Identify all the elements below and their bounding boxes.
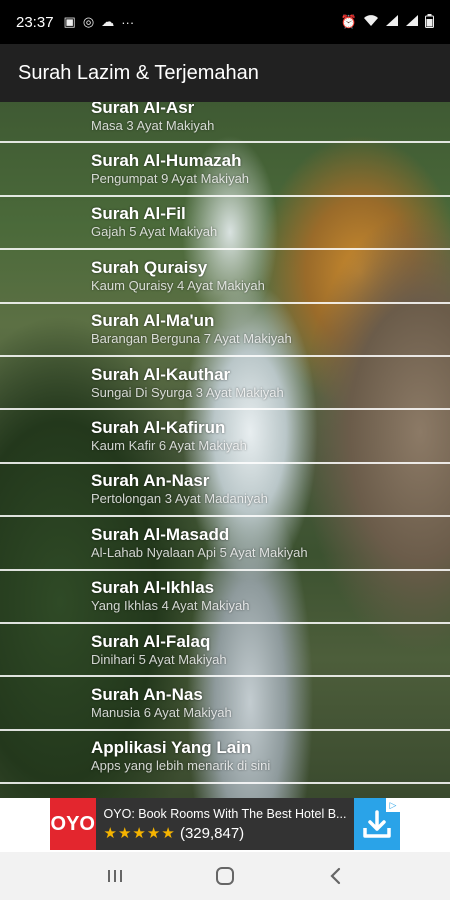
more-icon: ··· <box>121 14 135 30</box>
app-bar: Surah Lazim & Terjemahan <box>0 44 450 102</box>
surah-list-item[interactable]: Surah Al-Falaq Dinihari 5 Ayat Makiyah <box>0 624 450 678</box>
app-title: Surah Lazim & Terjemahan <box>18 61 259 84</box>
surah-description: Masa 3 Ayat Makiyah <box>91 117 215 133</box>
surah-description: Manusia 6 Ayat Makiyah <box>91 704 232 720</box>
surah-name: Surah Al-Ma'un <box>91 311 215 331</box>
surah-name: Surah Al-Humazah <box>91 151 242 171</box>
ad-rating: ★★★★★ (329,847) <box>104 824 347 842</box>
surah-description: Yang Ikhlas 4 Ayat Makiyah <box>91 598 250 614</box>
surah-name: Surah Al-Fil <box>91 204 186 224</box>
surah-description: Sungai Di Syurga 3 Ayat Makiyah <box>91 384 284 400</box>
surah-list-item[interactable]: Surah An-Nas Manusia 6 Ayat Makiyah <box>0 677 450 731</box>
rating-count: (329,847) <box>179 824 245 842</box>
surah-list-item[interactable]: Applikasi Yang Lain Apps yang lebih menar… <box>0 731 450 785</box>
wifi-icon <box>363 14 379 31</box>
surah-list: Surah Al-Asr Masa 3 Ayat Makiyah Surah Al-… <box>0 102 450 785</box>
back-icon[interactable] <box>315 856 355 896</box>
image-icon: ▣ <box>63 14 76 29</box>
surah-list-item[interactable]: Surah Al-Fil Gajah 5 Ayat Makiyah <box>0 197 450 251</box>
surah-name: Surah Al-Ikhlas <box>91 578 215 598</box>
surah-name: Surah Al-Falaq <box>91 631 211 651</box>
surah-list-item[interactable]: Surah Al-Ma'un Barangan Berguna 7 Ayat Ma… <box>0 304 450 357</box>
surah-name: Surah An-Nas <box>91 684 203 704</box>
rating-stars: ★★★★★ <box>103 824 176 842</box>
surah-name: Surah An-Nasr <box>91 471 210 491</box>
ad-banner[interactable]: OYO OYO: Book Rooms With The Best Hotel … <box>0 798 450 852</box>
ad-choices-icon[interactable]: ▷ <box>385 798 400 812</box>
signal-icon <box>385 14 399 31</box>
surah-name: Surah Al-Kafirun <box>91 418 226 438</box>
surah-description: Dinihari 5 Ayat Makiyah <box>91 651 227 667</box>
status-right-icons: ⏰ <box>340 13 434 31</box>
surah-list-item[interactable]: Surah Al-Masadd Al-Lahab Nyalaan Api 5 Ay… <box>0 517 450 571</box>
status-bar: 23:37 ▣ ◎ ☁ ··· ⏰ <box>0 0 450 44</box>
surah-list-item[interactable]: Surah Al-Ikhlas Yang Ikhlas 4 Ayat Makiya… <box>0 571 450 624</box>
recent-apps-icon[interactable] <box>95 856 135 896</box>
surah-description: Pengumpat 9 Ayat Makiyah <box>91 171 250 187</box>
instagram-icon: ◎ <box>82 14 95 29</box>
surah-description: Pertolongan 3 Ayat Madaniyah <box>91 491 268 507</box>
surah-description: Al-Lahab Nyalaan Api 5 Ayat Makiyah <box>91 544 308 560</box>
surah-name: Applikasi Yang Lain <box>91 738 252 758</box>
surah-name: Surah Al-Masadd <box>91 524 230 544</box>
cloud-icon: ☁ <box>101 14 115 29</box>
download-icon <box>363 810 391 838</box>
surah-list-container[interactable]: Surah Al-Asr Masa 3 Ayat Makiyah Surah Al-… <box>0 102 450 798</box>
surah-description: Kaum Kafir 6 Ayat Makiyah <box>91 438 247 454</box>
ad-text[interactable]: OYO: Book Rooms With The Best Hotel B...… <box>96 798 355 850</box>
surah-description: Apps yang lebih menarik di sini <box>91 758 271 774</box>
ad-logo-text: OYO <box>50 812 95 835</box>
oyo-logo[interactable]: OYO <box>50 798 96 850</box>
ad-title: OYO: Book Rooms With The Best Hotel B... <box>103 806 347 821</box>
alarm-icon: ⏰ <box>340 13 357 29</box>
navigation-bar <box>0 852 450 900</box>
surah-description: Kaum Quraisy 4 Ayat Makiyah <box>91 277 265 293</box>
surah-list-item[interactable]: Surah An-Nasr Pertolongan 3 Ayat Madaniya… <box>0 464 450 518</box>
battery-icon <box>425 13 434 31</box>
surah-description: Barangan Berguna 7 Ayat Makiyah <box>91 331 292 347</box>
surah-name: Surah Quraisy <box>91 257 208 277</box>
home-icon[interactable] <box>205 856 245 896</box>
surah-description: Gajah 5 Ayat Makiyah <box>91 224 218 240</box>
surah-list-item[interactable]: Surah Al-Kauthar Sungai Di Syurga 3 Ayat … <box>0 357 450 411</box>
ad-content[interactable]: OYO OYO: Book Rooms With The Best Hotel … <box>50 798 400 850</box>
surah-list-item[interactable]: Surah Al-Asr Masa 3 Ayat Makiyah <box>0 102 450 144</box>
surah-list-item[interactable]: Surah Al-Kafirun Kaum Kafir 6 Ayat Makiya… <box>0 410 450 464</box>
status-time: 23:37 <box>16 13 54 31</box>
install-button[interactable]: ▷ <box>354 798 400 850</box>
surah-list-item[interactable]: Surah Quraisy Kaum Quraisy 4 Ayat Makiyah <box>0 250 450 304</box>
surah-name: Surah Al-Kauthar <box>91 364 231 384</box>
surah-name: Surah Al-Asr <box>91 102 195 117</box>
signal-icon <box>405 14 419 31</box>
surah-list-item[interactable]: Surah Al-Humazah Pengumpat 9 Ayat Makiyah <box>0 143 450 197</box>
